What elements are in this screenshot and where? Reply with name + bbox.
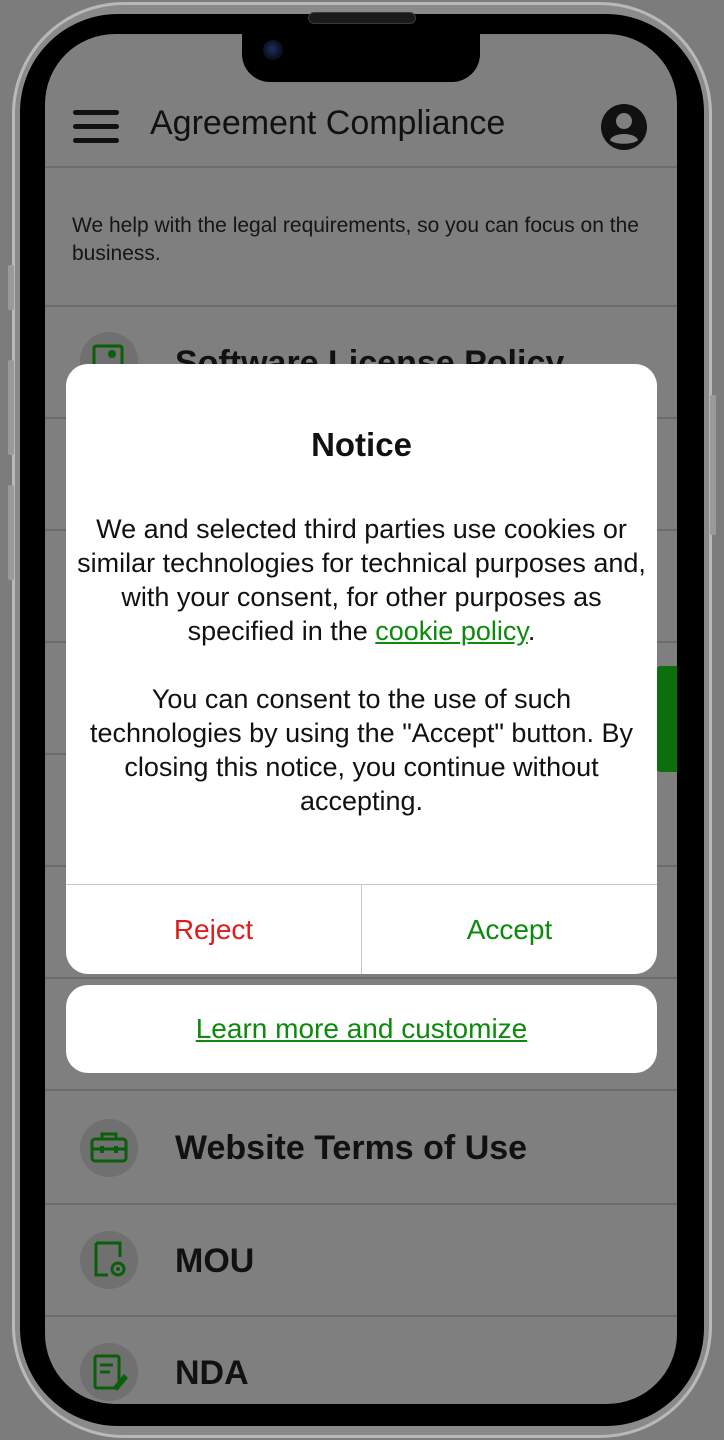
dialog-actions: Reject Accept <box>66 884 657 974</box>
divider <box>45 977 677 979</box>
dialog-title: Notice <box>311 426 412 463</box>
accept-button[interactable]: Accept <box>362 885 657 974</box>
front-camera <box>263 40 283 60</box>
reject-button[interactable]: Reject <box>66 885 362 974</box>
cookie-policy-link[interactable]: cookie policy <box>375 616 528 646</box>
dialog-body-text-end: . <box>527 616 536 646</box>
learn-more-card: Learn more and customize <box>66 985 657 1073</box>
toolbox-icon <box>80 1119 138 1177</box>
document-gear-icon <box>80 1231 138 1289</box>
side-button <box>710 395 716 535</box>
list-item-mou[interactable]: MOU <box>45 1204 677 1316</box>
dialog-body: We and selected third parties use cookie… <box>74 512 649 818</box>
app-header: Agreement Compliance <box>45 92 677 168</box>
floating-action-button[interactable] <box>655 666 677 772</box>
dialog-paragraph-cookies: We and selected third parties use cookie… <box>74 512 649 648</box>
side-button <box>8 485 14 580</box>
hamburger-menu-icon[interactable] <box>73 110 119 146</box>
speaker-grille <box>308 12 416 24</box>
list-item-website-terms[interactable]: Website Terms of Use <box>45 1091 677 1203</box>
tagline: We help with the legal requirements, so … <box>72 214 639 265</box>
document-pen-icon <box>80 1343 138 1401</box>
side-button <box>8 360 14 455</box>
list-item-label: Website Terms of Use <box>175 1129 528 1167</box>
dialog-body-text: We and selected third parties use cookie… <box>77 514 646 646</box>
account-icon[interactable] <box>601 104 647 150</box>
cookie-consent-dialog: Notice We and selected third parties use… <box>66 364 657 974</box>
list-item-nda[interactable]: NDA <box>45 1316 677 1404</box>
dialog-paragraph-consent: You can consent to the use of such techn… <box>89 684 633 816</box>
list-item-label: NDA <box>175 1354 249 1392</box>
app-title: Agreement Compliance <box>150 104 506 142</box>
side-button <box>8 265 14 310</box>
learn-more-link[interactable]: Learn more and customize <box>196 1013 528 1045</box>
list-item-label: MOU <box>175 1242 255 1280</box>
